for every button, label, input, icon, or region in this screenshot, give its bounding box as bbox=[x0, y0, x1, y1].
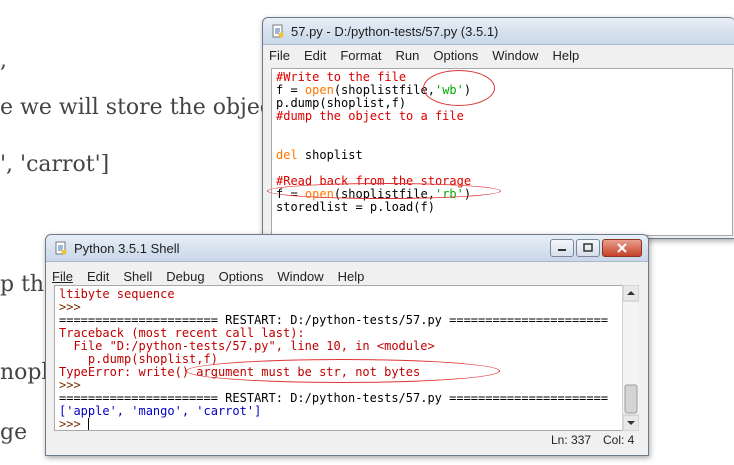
code-token: storedlist = p.load(f) bbox=[276, 200, 435, 214]
code-token: del bbox=[276, 148, 298, 162]
shell-line: ['apple', 'mango', 'carrot'] bbox=[59, 405, 626, 418]
menu-file[interactable]: File bbox=[269, 48, 290, 63]
code-token: ====================== RESTART: D:/pytho… bbox=[59, 391, 609, 405]
status-line: Ln: 337 bbox=[551, 433, 592, 447]
window-controls bbox=[550, 239, 642, 257]
python-file-icon bbox=[271, 24, 285, 38]
menu-shell[interactable]: Shell bbox=[123, 269, 152, 284]
code-token: #Write to the file bbox=[276, 70, 407, 84]
text-cursor bbox=[87, 418, 89, 430]
code-token: >>> bbox=[59, 417, 88, 431]
code-line: del shoplist bbox=[276, 149, 728, 162]
menu-window[interactable]: Window bbox=[492, 48, 538, 63]
code-token: >>> bbox=[59, 300, 88, 314]
shell-title: Python 3.5.1 Shell bbox=[74, 240, 180, 256]
scroll-thumb bbox=[624, 384, 638, 414]
code-token: f = bbox=[276, 83, 305, 97]
code-token: ['apple', 'mango', 'carrot'] bbox=[59, 404, 262, 418]
shell-menubar: File Edit Shell Debug Options Window Hel… bbox=[46, 266, 648, 286]
code-token: Traceback (most recent call last): bbox=[59, 326, 305, 340]
bg-line: ', 'carrot'] bbox=[0, 152, 110, 177]
code-token: p.dump(shoplist,f) bbox=[59, 352, 218, 366]
code-token: p.dump(shoplist,f) bbox=[276, 96, 407, 110]
menu-edit[interactable]: Edit bbox=[87, 269, 109, 284]
minimize-button[interactable] bbox=[550, 239, 574, 257]
shell-line: ltibyte sequence bbox=[59, 288, 626, 301]
code-token: shoplist bbox=[297, 148, 363, 162]
bg-line: , bbox=[0, 48, 7, 73]
annotation-circle-rb bbox=[267, 183, 501, 199]
editor-menubar: File Edit Format Run Options Window Help bbox=[263, 45, 734, 65]
code-token: ====================== RESTART: D:/pytho… bbox=[59, 313, 609, 327]
close-icon bbox=[617, 243, 627, 253]
shell-line: >>> bbox=[59, 417, 626, 431]
maximize-icon bbox=[583, 243, 593, 252]
code-line: #dump the object to a file bbox=[276, 110, 728, 123]
code-token: ltibyte sequence bbox=[59, 287, 175, 301]
menu-help[interactable]: Help bbox=[338, 269, 365, 284]
annotation-circle-wb bbox=[423, 70, 495, 106]
code-token: >>> bbox=[59, 378, 88, 392]
code-editor[interactable]: #Write to the file f = open(shoplistfile,… bbox=[271, 68, 733, 236]
code-token: (shoplistfile, bbox=[333, 83, 435, 97]
code-token: #dump the object to a file bbox=[276, 109, 464, 123]
annotation-circle-typeerror bbox=[186, 359, 500, 383]
minimize-icon bbox=[558, 249, 566, 251]
shell-output[interactable]: ltibyte sequence >>> ====================… bbox=[54, 285, 630, 431]
bg-line: ge bbox=[0, 420, 28, 445]
close-button[interactable] bbox=[602, 239, 642, 257]
editor-title: 57.py - D:/python-tests/57.py (3.5.1) bbox=[291, 23, 499, 39]
maximize-button[interactable] bbox=[576, 239, 600, 257]
menu-format[interactable]: Format bbox=[340, 48, 381, 63]
editor-window: 57.py - D:/python-tests/57.py (3.5.1) Fi… bbox=[262, 17, 734, 239]
menu-options[interactable]: Options bbox=[433, 48, 478, 63]
menu-edit[interactable]: Edit bbox=[304, 48, 326, 63]
menu-file[interactable]: File bbox=[52, 269, 73, 284]
vertical-scrollbar[interactable] bbox=[622, 284, 640, 432]
menu-window[interactable]: Window bbox=[277, 269, 323, 284]
code-token: File "D:/python-tests/57.py", line 10, i… bbox=[59, 339, 435, 353]
editor-titlebar[interactable]: 57.py - D:/python-tests/57.py (3.5.1) bbox=[263, 18, 734, 45]
shell-window: Python 3.5.1 Shell File Edit Shell Debug… bbox=[45, 234, 649, 456]
code-line: storedlist = p.load(f) bbox=[276, 201, 728, 214]
python-shell-icon bbox=[54, 241, 68, 255]
menu-debug[interactable]: Debug bbox=[166, 269, 204, 284]
menu-run[interactable]: Run bbox=[396, 48, 420, 63]
menu-help[interactable]: Help bbox=[552, 48, 579, 63]
bg-line: e we will store the object bbox=[0, 95, 282, 120]
menu-options[interactable]: Options bbox=[219, 269, 264, 284]
status-col: Col: 4 bbox=[603, 433, 635, 447]
code-token: open bbox=[304, 83, 334, 97]
